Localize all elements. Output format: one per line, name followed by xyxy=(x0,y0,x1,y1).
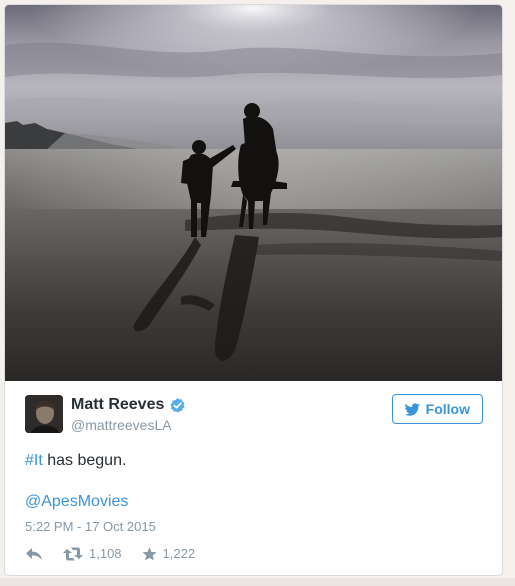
tweet-timestamp[interactable]: 5:22 PM - 17 Oct 2015 xyxy=(25,519,156,534)
avatar[interactable] xyxy=(25,395,63,433)
mention-link[interactable]: @ApesMovies xyxy=(25,493,128,511)
hashtag-link[interactable]: #It xyxy=(25,452,43,469)
reply-icon xyxy=(26,547,42,560)
retweet-icon xyxy=(63,547,83,560)
star-icon xyxy=(142,546,157,561)
tweet-text-body: has begun. xyxy=(42,452,127,469)
verified-badge-icon xyxy=(170,397,185,413)
tweet-card: Matt Reeves @mattreevesLA Follow #It has… xyxy=(4,4,503,576)
author-display-name[interactable]: Matt Reeves xyxy=(71,396,164,414)
follow-button[interactable]: Follow xyxy=(391,394,483,424)
follow-label: Follow xyxy=(425,401,470,417)
retweet-button[interactable]: 1,108 xyxy=(63,546,122,561)
reply-button[interactable] xyxy=(25,547,43,561)
author-handle[interactable]: @mattreevesLA xyxy=(71,417,186,433)
twitter-bird-icon xyxy=(404,402,420,416)
favorite-button[interactable]: 1,222 xyxy=(142,546,196,561)
page-background-strip xyxy=(0,578,515,586)
tweet-actions: 1,108 1,222 xyxy=(25,546,215,561)
tweet-photo[interactable] xyxy=(5,5,502,381)
retweet-count: 1,108 xyxy=(89,546,122,561)
favorite-count: 1,222 xyxy=(162,546,196,561)
tweet-author[interactable]: Matt Reeves @mattreevesLA xyxy=(25,395,186,433)
tweet-text: #It has begun. xyxy=(25,452,126,470)
